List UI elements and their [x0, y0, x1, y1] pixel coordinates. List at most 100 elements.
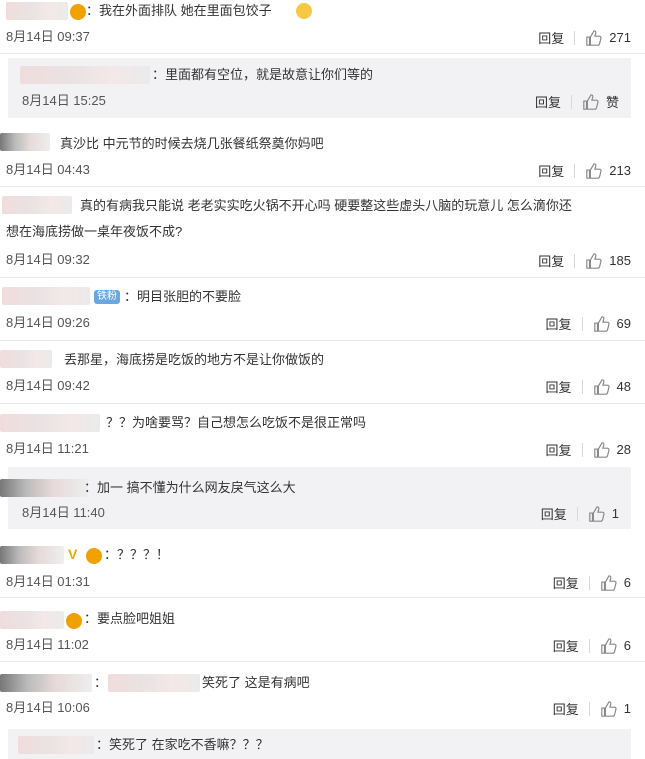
comment-date: 8月14日 09:26: [6, 315, 90, 330]
blurred-username[interactable]: [0, 414, 100, 432]
divider: [588, 575, 590, 590]
divider: [581, 316, 583, 331]
like-count: 48: [616, 379, 631, 394]
blurred-username[interactable]: [18, 736, 94, 754]
emoji-icon: [66, 613, 82, 629]
reply-text: ：加一 搞不懂为什么网友戾气这么大: [84, 480, 296, 495]
thumbs-up-icon[interactable]: [585, 252, 603, 270]
like-count: 271: [609, 30, 631, 45]
emoji-icon: [70, 4, 86, 20]
blurred-username[interactable]: [0, 133, 50, 151]
reply-actions: 回复 1: [541, 504, 619, 523]
reply-button[interactable]: 回复: [546, 314, 572, 333]
divider: [574, 253, 576, 268]
blurred-username[interactable]: [0, 350, 52, 368]
like-count: 1: [611, 506, 619, 521]
divider: [588, 701, 590, 716]
like-count: 69: [616, 316, 631, 331]
comment-date: 8月14日 09:32: [6, 252, 90, 267]
comment-date: 8月14日 11:21: [6, 441, 89, 456]
blurred-mention[interactable]: [108, 674, 200, 692]
reply-actions: 回复 赞: [535, 92, 619, 111]
comment-prefix: ：: [94, 675, 108, 690]
comment-item: ：要点脸吧姐姐 8月14日 11:02 回复 6: [0, 600, 645, 662]
comment-text: ：？？？！: [104, 547, 170, 562]
thumbs-up-icon[interactable]: [582, 93, 600, 111]
comment-actions: 回复 48: [546, 377, 631, 396]
comment-text: ：明目张胆的不要脸: [124, 289, 242, 304]
reply-text: ：里面都有空位，就是故意让你们等的: [152, 67, 374, 82]
reply-button[interactable]: 回复: [553, 636, 579, 655]
reply-item: ：加一 搞不懂为什么网友戾气这么大 8月14日 11:40 回复 1: [0, 467, 631, 529]
comment-actions: 回复 271: [538, 28, 631, 47]
comment-item: ？？为啥要骂？自己想怎么吃饭不是很正常吗 8月14日 11:21 回复 28: [0, 405, 645, 466]
reply-button[interactable]: 回复: [538, 28, 564, 47]
thumbs-up-icon[interactable]: [585, 162, 603, 180]
like-count: 28: [616, 442, 631, 457]
comment-item: 丢那星，海底捞是吃饭的地方不是让你做饭的 8月14日 09:42 回复 48: [0, 342, 645, 404]
blurred-username[interactable]: [2, 287, 90, 305]
comment-actions: 回复 6: [553, 573, 631, 592]
thumbs-up-icon[interactable]: [588, 505, 606, 523]
blurred-username[interactable]: [6, 2, 68, 20]
fan-badge[interactable]: 铁粉: [94, 290, 120, 304]
thumbs-up-icon[interactable]: [600, 574, 618, 592]
comment-date: 8月14日 11:02: [6, 637, 89, 652]
blurred-username[interactable]: [0, 546, 64, 564]
comment-date: 8月14日 09:42: [6, 378, 90, 393]
reply-button[interactable]: 回复: [538, 161, 564, 180]
blurred-username[interactable]: [20, 66, 150, 84]
comment-text: 笑死了 这是有病吧: [202, 675, 310, 690]
blurred-username[interactable]: [0, 611, 64, 629]
reply-button[interactable]: 回复: [541, 504, 567, 523]
comment-item: 真的有病我只能说 老老实实吃火锅不开心吗 硬要整这些虚头八脑的玩意儿 怎么滴你还…: [0, 188, 645, 278]
comment-text: 真沙比 中元节的时候去烧几张餐纸祭奠你妈吧: [60, 136, 324, 151]
comment-date: 8月14日 01:31: [6, 574, 90, 589]
comment-item: ： 笑死了 这是有病吧 8月14日 10:06 回复 1: [0, 663, 645, 723]
like-count: 1: [623, 701, 631, 716]
blurred-username[interactable]: [0, 674, 92, 692]
reply-button[interactable]: 回复: [553, 573, 579, 592]
like-count: 赞: [605, 95, 619, 110]
comment-text: ：我在外面排队 她在里面包饺子: [86, 3, 272, 18]
thumbs-up-icon[interactable]: [593, 378, 611, 396]
comment-item: 真沙比 中元节的时候去烧几张餐纸祭奠你妈吧 8月14日 04:43 回复 213: [0, 127, 645, 187]
reply-button[interactable]: 回复: [553, 699, 579, 718]
blurred-username[interactable]: [0, 479, 88, 497]
comment-item: 铁粉 ：明目张胆的不要脸 8月14日 09:26 回复 69: [0, 279, 645, 341]
thumbs-up-icon[interactable]: [593, 315, 611, 333]
comment-date: 8月14日 10:06: [6, 700, 90, 715]
thumbs-up-icon[interactable]: [585, 29, 603, 47]
comment-text-line1: 真的有病我只能说 老老实实吃火锅不开心吗 硬要整这些虚头八脑的玩意儿 怎么滴你还: [80, 198, 572, 213]
reply-button[interactable]: 回复: [546, 440, 572, 459]
comment-actions: 回复 28: [546, 440, 631, 459]
comment-date: 8月14日 09:37: [6, 29, 90, 44]
comment-actions: 回复 213: [538, 161, 631, 180]
emoji-icon: [296, 3, 312, 19]
comment-text-line2: 想在海底捞做一桌年夜饭不成?: [6, 224, 183, 239]
like-count: 185: [609, 253, 631, 268]
verified-badge: V: [68, 546, 78, 562]
comment-actions: 回复 6: [553, 636, 631, 655]
comment-item: V ：？？？！ 8月14日 01:31 回复 6: [0, 537, 645, 598]
divider: [581, 442, 583, 457]
blurred-username[interactable]: [2, 196, 72, 214]
comment-item: ：我在外面排队 她在里面包饺子 8月14日 09:37 回复 271: [0, 0, 645, 54]
comment-text: ？？为啥要骂？自己想怎么吃饭不是很正常吗: [106, 415, 367, 430]
reply-date: 8月14日 11:40: [22, 505, 105, 520]
comment-actions: 回复 185: [538, 251, 631, 270]
reply-text: ：笑死了 在家吃不香嘛？？？: [96, 737, 269, 752]
divider: [576, 506, 578, 521]
like-count: 6: [623, 638, 631, 653]
like-count: 213: [609, 163, 631, 178]
like-count: 6: [623, 575, 631, 590]
divider: [574, 163, 576, 178]
thumbs-up-icon[interactable]: [600, 700, 618, 718]
reply-button[interactable]: 回复: [535, 92, 561, 111]
reply-button[interactable]: 回复: [546, 377, 572, 396]
reply-button[interactable]: 回复: [538, 251, 564, 270]
thumbs-up-icon[interactable]: [600, 637, 618, 655]
thumbs-up-icon[interactable]: [593, 441, 611, 459]
comment-actions: 回复 1: [553, 699, 631, 718]
divider: [574, 30, 576, 45]
